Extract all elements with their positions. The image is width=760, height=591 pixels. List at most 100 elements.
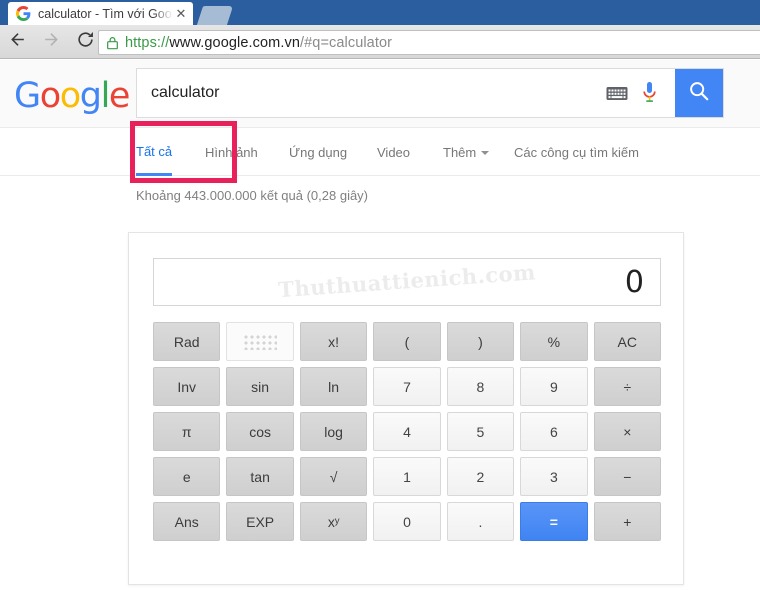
calc-key-label: 1	[403, 468, 411, 485]
calc-key-√[interactable]: √	[299, 457, 368, 496]
calc-key-Inv[interactable]: Inv	[153, 367, 221, 406]
tab-video[interactable]: Video	[377, 129, 410, 176]
calc-key-5[interactable]: 5	[446, 412, 515, 451]
forward-button[interactable]	[34, 25, 68, 59]
tab-close-icon[interactable]: ✕	[173, 6, 189, 22]
chevron-down-icon	[481, 150, 490, 155]
calc-key-6[interactable]: 6	[520, 412, 588, 451]
calculator-keypad: Rad x! ()% AC Inv sin ln 7 8 9 ÷ π cos log 4 5 6 × e tan √ 1 2…	[153, 322, 661, 541]
calc-key-label: ln	[328, 378, 340, 395]
search-area	[136, 68, 724, 118]
url-host: www.google.com.vn	[169, 34, 300, 51]
calc-key-label: Rad	[173, 333, 200, 350]
calc-key-label: cos	[249, 423, 272, 440]
back-arrow-icon	[8, 30, 27, 54]
calc-key-×[interactable]: ×	[593, 412, 661, 451]
calc-key-label: Ans	[174, 513, 199, 530]
calc-key-ln[interactable]: ln	[299, 367, 368, 406]
browser-titlebar: calculator - Tìm với Googl ✕	[0, 0, 760, 25]
calc-key-÷[interactable]: ÷	[593, 367, 661, 406]
calc-key-label: Inv	[177, 378, 197, 395]
calc-key-e[interactable]: e	[153, 457, 221, 496]
tab-tat-ca[interactable]: Tất cả	[136, 129, 173, 176]
calculator-display[interactable]: Thuthuattienich.com 0	[153, 258, 661, 306]
calc-key-=[interactable]: =	[520, 502, 588, 541]
tab-label: Hình ảnh	[205, 145, 258, 160]
calc-key-label: e	[182, 468, 191, 485]
calc-key-label: 9	[549, 378, 558, 395]
address-bar[interactable]: https://www.google.com.vn/#q=calculator	[98, 30, 760, 55]
calc-key-label: 7	[403, 378, 411, 395]
search-icon	[688, 80, 710, 107]
calc-key-tan[interactable]: tan	[226, 457, 294, 496]
calc-key-9[interactable]: 9	[520, 367, 588, 406]
page-content: Google calculator Tất cả Hình ảnh Ứng dụ…	[0, 60, 760, 591]
calc-key-−[interactable]: −	[593, 457, 661, 496]
logo-letter: e	[108, 76, 131, 116]
logo-letter: o	[59, 76, 81, 116]
calc-key-label: xʸ	[327, 513, 340, 530]
calc-key-1[interactable]: 1	[373, 457, 441, 496]
calc-key-label: tan	[250, 468, 270, 485]
microphone-icon[interactable]	[642, 81, 657, 105]
calc-key-8[interactable]: 8	[446, 367, 515, 406]
calc-key-log[interactable]: log	[299, 412, 368, 451]
tab-cac-cong-cu-tim-kiem[interactable]: Các công cụ tìm kiếm	[514, 129, 639, 176]
calc-key-AC[interactable]: AC	[593, 322, 661, 361]
calc-key-label: )	[478, 333, 483, 350]
keyboard-icon[interactable]	[606, 86, 628, 101]
calc-key-3[interactable]: 3	[520, 457, 588, 496]
calc-key-7[interactable]: 7	[373, 367, 441, 406]
back-button[interactable]	[0, 25, 34, 59]
tab-label: Ứng dụng	[289, 145, 348, 160]
calc-key-label: 0	[403, 513, 411, 530]
calc-key-label: sin	[251, 378, 270, 395]
calc-key-([interactable]: (	[373, 322, 441, 361]
tab-hinh-anh[interactable]: Hình ảnh	[205, 129, 258, 176]
tab-label: Tất cả	[136, 143, 173, 159]
search-input[interactable]	[137, 84, 606, 102]
reload-button[interactable]	[68, 25, 102, 59]
search-box[interactable]	[136, 68, 724, 118]
watermark-text: Thuthuattienich.com	[277, 259, 537, 303]
calc-key-EXP[interactable]: EXP	[226, 502, 294, 541]
keypad-grid-icon[interactable]	[226, 322, 294, 361]
tab-title: calculator - Tìm với Googl	[38, 6, 173, 21]
tab-them[interactable]: Thêm	[443, 129, 490, 176]
calc-key-label: .	[478, 513, 483, 530]
calc-key-label: 5	[476, 423, 485, 440]
browser-tab[interactable]: calculator - Tìm với Googl ✕	[8, 2, 193, 25]
calculator-display-value: 0	[624, 264, 644, 300]
result-stats: Khoảng 443.000.000 kết quả (0,28 giây)	[136, 188, 369, 203]
calc-key-Rad[interactable]: Rad	[153, 322, 221, 361]
calc-key-4[interactable]: 4	[373, 412, 441, 451]
calc-key-0[interactable]: 0	[373, 502, 441, 541]
tab-label: Thêm	[443, 145, 477, 160]
tab-ung-dung[interactable]: Ứng dụng	[289, 129, 347, 176]
calc-key-label: (	[404, 333, 410, 350]
search-nav-tabs: Tất cả Hình ảnh Ứng dụng Video Thêm Các …	[0, 129, 760, 176]
calc-key-x![interactable]: x!	[299, 322, 368, 361]
calc-key-label: π	[181, 423, 192, 440]
new-tab-button[interactable]	[196, 6, 234, 25]
calc-key-.[interactable]: .	[446, 502, 515, 541]
calc-key-label: AC	[617, 333, 637, 350]
calc-key-xʸ[interactable]: xʸ	[299, 502, 368, 541]
calc-key-%[interactable]: %	[520, 322, 588, 361]
calc-key-label: −	[623, 468, 632, 485]
search-button[interactable]	[675, 69, 723, 117]
calc-key-label: 8	[476, 378, 485, 395]
calc-key-sin[interactable]: sin	[226, 367, 294, 406]
calc-key-cos[interactable]: cos	[226, 412, 294, 451]
calc-key-label: %	[547, 333, 561, 350]
calc-key-+[interactable]: +	[593, 502, 661, 541]
calc-key-Ans[interactable]: Ans	[153, 502, 221, 541]
tab-label: Các công cụ tìm kiếm	[514, 145, 639, 160]
calc-key-label: 2	[476, 468, 485, 485]
calc-key-)[interactable]: )	[446, 322, 515, 361]
google-logo[interactable]: Google	[14, 76, 131, 116]
address-bar-url: https://www.google.com.vn/#q=calculator	[125, 35, 392, 51]
calc-key-π[interactable]: π	[153, 412, 221, 451]
url-path: /#q=calculator	[299, 34, 393, 51]
calc-key-2[interactable]: 2	[446, 457, 515, 496]
